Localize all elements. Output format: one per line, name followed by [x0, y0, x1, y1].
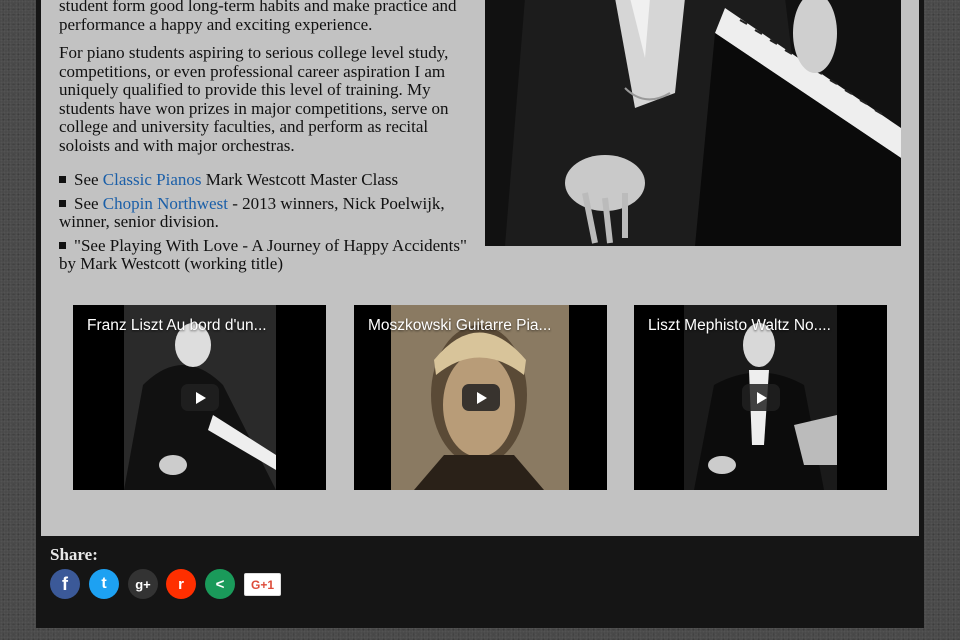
- text-column: student form good long-term habits and m…: [59, 0, 471, 279]
- google-plus-one-button[interactable]: G+1: [244, 573, 281, 596]
- intro-paragraph-end: student form good long-term habits and m…: [59, 0, 457, 34]
- list-item: See Chopin Northwest - 2013 winners, Nic…: [59, 193, 445, 231]
- video-liszt-mephisto[interactable]: Liszt Mephisto Waltz No....: [634, 305, 887, 490]
- reddit-share-icon[interactable]: r: [166, 569, 196, 599]
- pianist-photo: [485, 0, 901, 246]
- video-title: Franz Liszt Au bord d'un...: [87, 317, 267, 334]
- facebook-share-icon[interactable]: f: [50, 569, 80, 599]
- video-title: Liszt Mephisto Waltz No....: [648, 317, 831, 334]
- play-button-icon[interactable]: [741, 384, 780, 411]
- play-button-icon[interactable]: [180, 384, 219, 411]
- video-title: Moszkowski Guitarre Pia...: [368, 317, 552, 334]
- play-button-icon[interactable]: [461, 384, 500, 411]
- bullet-square-icon: [59, 241, 66, 249]
- video-moszkowski-guitarre[interactable]: Moszkowski Guitarre Pia...: [354, 305, 607, 490]
- bullet-square-icon: [59, 199, 66, 207]
- list-item: See Classic Pianos Mark Westcott Master …: [59, 170, 471, 190]
- qualification-paragraph: For piano students aspiring to serious c…: [59, 43, 449, 155]
- chopin-northwest-link[interactable]: Chopin Northwest: [103, 194, 228, 213]
- twitter-share-icon[interactable]: t: [89, 569, 119, 599]
- pianist-photo-illustration: [485, 0, 901, 246]
- list-item: "See Playing With Love - A Journey of Ha…: [59, 235, 467, 273]
- classic-pianos-link[interactable]: Classic Pianos: [103, 170, 202, 189]
- share-label: Share:: [50, 545, 98, 564]
- google-plus-share-icon[interactable]: g+: [128, 569, 158, 599]
- bullet-list: See Classic Pianos Mark Westcott Master …: [59, 170, 471, 274]
- video-liszt-au-bord[interactable]: Franz Liszt Au bord d'un...: [73, 305, 326, 490]
- video-row: Franz Liszt Au bord d'un... Moszkowski G…: [32, 305, 887, 490]
- bullet-square-icon: [59, 176, 66, 184]
- share-icon[interactable]: <: [205, 569, 235, 599]
